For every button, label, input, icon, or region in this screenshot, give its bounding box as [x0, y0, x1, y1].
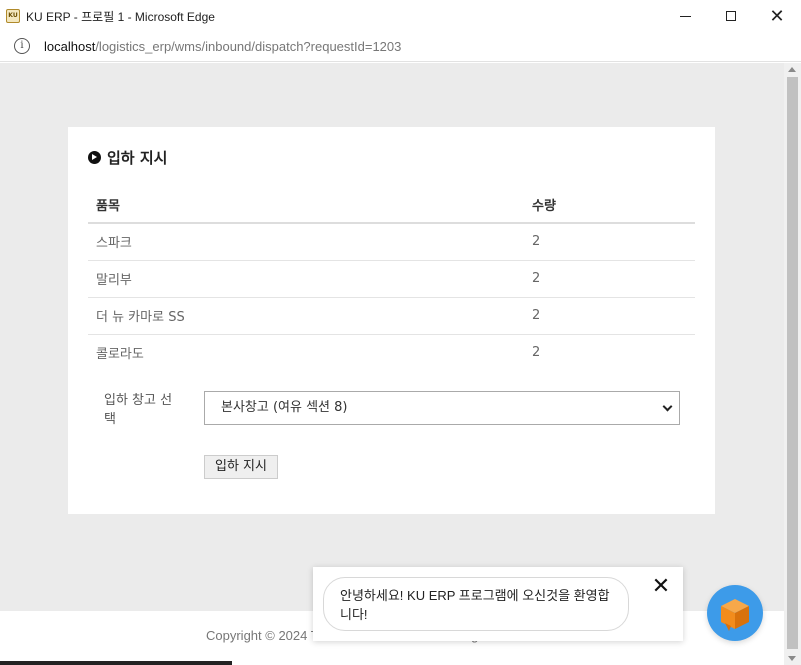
item-qty: 2 [524, 260, 695, 298]
url-host: localhost [44, 39, 96, 54]
item-name: 스파크 [88, 223, 524, 261]
table-row: 말리부 2 [88, 260, 695, 298]
address-bar[interactable]: i localhost/logistics_erp/wms/inbound/di… [0, 32, 801, 62]
table-row: 스파크 2 [88, 223, 695, 261]
items-table: 품목 수량 스파크 2 말리부 2 더 뉴 카마로 SS 2 콜로라도 2 [88, 186, 695, 371]
dispatch-button[interactable]: 입하 지시 [204, 455, 278, 479]
app-logo-icon: KU [6, 9, 20, 23]
scroll-thumb[interactable] [787, 77, 798, 649]
table-header-row: 품목 수량 [88, 186, 695, 224]
window-titlebar: KU KU ERP - 프로필 1 - Microsoft Edge ✕ [0, 0, 801, 32]
box-icon [721, 599, 749, 631]
inbound-dispatch-card: 입하 지시 품목 수량 스파크 2 말리부 2 더 뉴 카마로 SS 2 콜로라… [68, 127, 715, 514]
item-qty: 2 [524, 223, 695, 261]
circle-arrow-icon [88, 151, 101, 164]
card-title-text: 입하 지시 [107, 149, 168, 167]
minimize-icon [679, 15, 691, 17]
site-info-icon[interactable]: i [14, 38, 30, 54]
item-qty: 2 [524, 297, 695, 335]
item-name: 말리부 [88, 260, 524, 298]
warehouse-selected-value: 본사창고 (여유 섹션 8) [221, 400, 348, 415]
minimize-button[interactable] [662, 0, 708, 32]
toast-close-button[interactable]: ✕ [651, 576, 671, 598]
maximize-button[interactable] [708, 0, 754, 32]
table-row: 콜로라도 2 [88, 334, 695, 371]
warehouse-select[interactable]: 본사창고 (여유 섹션 8) [204, 391, 680, 425]
close-window-button[interactable]: ✕ [754, 0, 800, 32]
vertical-scrollbar[interactable] [784, 63, 801, 665]
maximize-icon [726, 11, 736, 21]
item-name: 콜로라도 [96, 347, 144, 363]
item-qty: 2 [532, 345, 541, 361]
chat-button[interactable] [707, 585, 763, 641]
url-path: /logistics_erp/wms/inbound/dispatch?requ… [95, 39, 402, 54]
item-name: 더 뉴 카마로 SS [88, 297, 524, 335]
column-header-item: 품목 [88, 186, 524, 224]
scroll-down-icon[interactable] [788, 656, 796, 661]
table-row: 더 뉴 카마로 SS 2 [88, 297, 695, 335]
toast-message: 안녕하세요! KU ERP 프로그램에 오신것을 환영합니다! [323, 577, 629, 631]
column-header-qty: 수량 [524, 186, 695, 224]
taskbar-strip [0, 661, 232, 665]
card-title: 입하 지시 [88, 147, 167, 168]
window-title: KU ERP - 프로필 1 - Microsoft Edge [26, 10, 215, 24]
warehouse-label: 입하 창고 선택 [104, 393, 173, 427]
welcome-toast: 안녕하세요! KU ERP 프로그램에 오신것을 환영합니다! ✕ [313, 567, 683, 641]
url-text[interactable]: localhost/logistics_erp/wms/inbound/disp… [44, 39, 401, 54]
scroll-up-icon[interactable] [788, 67, 796, 72]
chevron-down-icon [662, 401, 673, 412]
